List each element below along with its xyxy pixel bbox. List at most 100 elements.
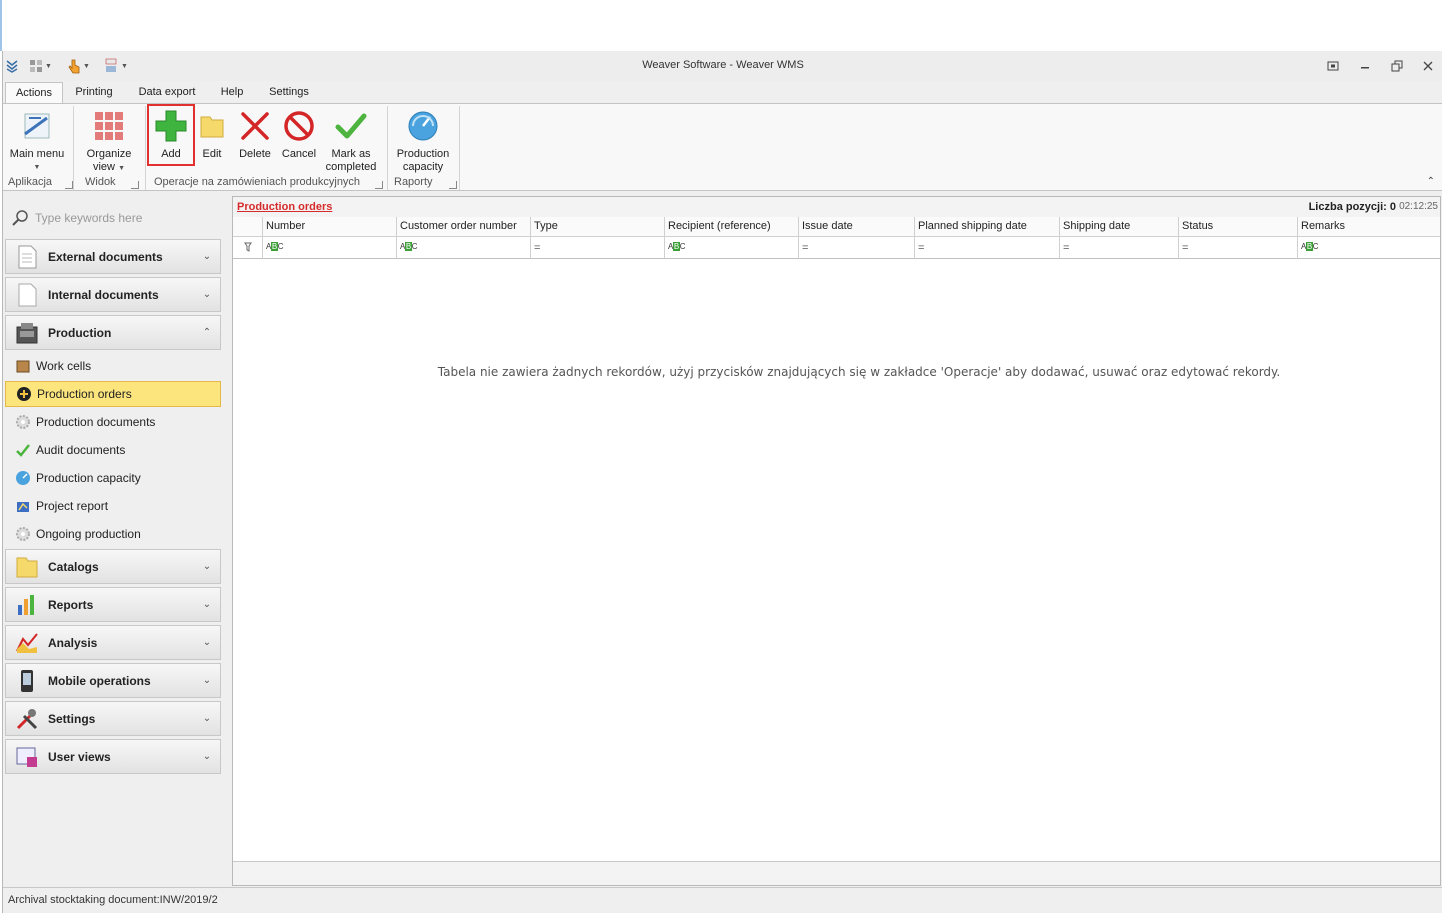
column-header-remarks[interactable]: Remarks	[1298, 217, 1440, 237]
production-orders-panel: Production orders Liczba pozycji: 0 02:1…	[232, 196, 1441, 886]
orders-grid: Number Customer order number Type Recipi…	[233, 217, 1440, 263]
filter-status[interactable]: =	[1179, 237, 1298, 259]
column-header-status[interactable]: Status	[1179, 217, 1298, 237]
gear-icon	[15, 414, 31, 430]
search-input[interactable]: Type keywords here	[11, 207, 221, 229]
nav-section-settings[interactable]: Settings ⌄	[5, 701, 221, 736]
nav-section-analysis[interactable]: Analysis ⌄	[5, 625, 221, 660]
close-icon[interactable]	[1417, 57, 1439, 75]
gauge-icon	[15, 470, 31, 486]
fullscreen-icon[interactable]	[1322, 57, 1344, 75]
tab-settings[interactable]: Settings	[263, 82, 315, 104]
production-capacity-label-2: capacity	[402, 161, 444, 173]
add-button[interactable]: Add	[151, 108, 191, 161]
ribbon-tabs: Actions Printing Data export Help Settin…	[3, 82, 1442, 105]
search-placeholder: Type keywords here	[35, 211, 143, 225]
nav-section-production[interactable]: Production ⌃	[5, 315, 221, 350]
column-header-planned-shipping-date[interactable]: Planned shipping date	[915, 217, 1060, 237]
equals-filter-icon: =	[802, 242, 809, 254]
tab-data-export[interactable]: Data export	[133, 82, 201, 104]
status-bar: Archival stocktaking document:INW/2019/2	[3, 887, 1442, 913]
nav-item-work-cells[interactable]: Work cells	[5, 353, 221, 379]
nav-item-label: Work cells	[36, 359, 92, 373]
text-filter-icon: ABC	[266, 242, 283, 251]
restore-icon[interactable]	[1386, 57, 1408, 75]
column-header-number[interactable]: Number	[263, 217, 397, 237]
gauge-icon	[406, 108, 440, 144]
nav-section-label: Analysis	[48, 635, 98, 650]
column-header-issue-date[interactable]: Issue date	[799, 217, 915, 237]
window-title: Weaver Software - Weaver WMS	[642, 59, 804, 71]
navigation-sidebar: Type keywords here External documents ⌄ …	[3, 193, 225, 885]
equals-filter-icon: =	[1182, 242, 1189, 254]
organize-view-label-1: Organize	[86, 148, 132, 160]
filter-number[interactable]: ABC	[263, 237, 397, 259]
column-header-customer-order-number[interactable]: Customer order number	[397, 217, 531, 237]
nav-section-label: Mobile operations	[48, 673, 151, 688]
folder-icon	[195, 108, 229, 144]
equals-filter-icon: =	[918, 242, 925, 254]
group-launcher-icon[interactable]	[449, 181, 457, 189]
group-launcher-icon[interactable]	[65, 181, 73, 189]
edit-button[interactable]: Edit	[195, 108, 229, 161]
nav-item-label: Production orders	[37, 387, 132, 401]
group-label-aplikacja: Aplikacja	[8, 176, 53, 188]
column-header-type[interactable]: Type	[531, 217, 665, 237]
filter-customer-order-number[interactable]: ABC	[397, 237, 531, 259]
nav-section-catalogs[interactable]: Catalogs ⌄	[5, 549, 221, 584]
analysis-chart-icon	[14, 630, 40, 656]
nav-item-ongoing-production[interactable]: Ongoing production	[5, 521, 221, 547]
chevron-down-icon: ▼	[33, 164, 41, 171]
nav-item-production-documents[interactable]: Production documents	[5, 409, 221, 435]
column-header-shipping-date[interactable]: Shipping date	[1060, 217, 1179, 237]
nav-item-production-orders[interactable]: Production orders	[5, 381, 221, 407]
minimize-icon[interactable]	[1354, 57, 1376, 75]
ribbon-separator	[387, 106, 388, 190]
organize-view-icon	[92, 108, 126, 144]
nav-section-label: External documents	[48, 249, 163, 264]
filter-shipping-date[interactable]: =	[1060, 237, 1179, 259]
nav-section-user-views[interactable]: User views ⌄	[5, 739, 221, 774]
machine-icon	[14, 320, 40, 346]
tab-actions[interactable]: Actions	[5, 82, 63, 105]
production-capacity-button[interactable]: Production capacity	[393, 108, 453, 174]
filter-type[interactable]: =	[531, 237, 665, 259]
nav-item-project-report[interactable]: Project report	[5, 493, 221, 519]
nav-section-mobile-operations[interactable]: Mobile operations ⌄	[5, 663, 221, 698]
nav-section-label: Internal documents	[48, 287, 159, 302]
delete-button[interactable]: Delete	[235, 108, 275, 161]
filter-issue-date[interactable]: =	[799, 237, 915, 259]
cancel-button[interactable]: Cancel	[279, 108, 319, 161]
title-bar: ▼ ▼ ▼ Weaver Software - Weaver WMS	[3, 51, 1442, 81]
tab-help[interactable]: Help	[215, 82, 249, 104]
tab-printing[interactable]: Printing	[67, 82, 121, 104]
main-menu-button[interactable]: Main menu ▼	[9, 108, 65, 174]
filter-remarks[interactable]: ABC	[1298, 237, 1440, 259]
filter-recipient[interactable]: ABC	[665, 237, 799, 259]
filter-planned-shipping-date[interactable]: =	[915, 237, 1060, 259]
nav-item-audit-documents[interactable]: Audit documents	[5, 437, 221, 463]
search-icon	[12, 210, 28, 226]
nav-item-production-capacity[interactable]: Production capacity	[5, 465, 221, 491]
group-launcher-icon[interactable]	[375, 181, 383, 189]
panel-title[interactable]: Production orders	[237, 201, 332, 213]
clock: 02:12:25	[1399, 201, 1438, 212]
nav-section-internal-documents[interactable]: Internal documents ⌄	[5, 277, 221, 312]
nav-section-reports[interactable]: Reports ⌄	[5, 587, 221, 622]
chevron-down-icon: ⌄	[202, 751, 212, 762]
column-header-recipient[interactable]: Recipient (reference)	[665, 217, 799, 237]
organize-view-button[interactable]: Organize view ▼	[81, 108, 137, 175]
nav-section-external-documents[interactable]: External documents ⌄	[5, 239, 221, 274]
group-launcher-icon[interactable]	[131, 181, 139, 189]
app-window: ▼ ▼ ▼ Weaver Software - Weaver WMS Actio…	[2, 51, 1442, 913]
delete-x-icon	[238, 108, 272, 144]
organize-view-label-2-text: view	[92, 161, 115, 173]
chevron-down-icon: ⌄	[202, 713, 212, 724]
nav-section-label: User views	[48, 749, 111, 764]
collapse-ribbon-icon[interactable]: ⌃	[1427, 176, 1435, 187]
mark-completed-label-1: Mark as	[331, 148, 371, 160]
empty-table-message: Tabela nie zawiera żadnych rekordów, uży…	[437, 365, 1281, 379]
mark-completed-button[interactable]: Mark as completed	[323, 108, 379, 174]
equals-filter-icon: =	[534, 242, 541, 254]
nav-item-label: Ongoing production	[36, 527, 141, 541]
